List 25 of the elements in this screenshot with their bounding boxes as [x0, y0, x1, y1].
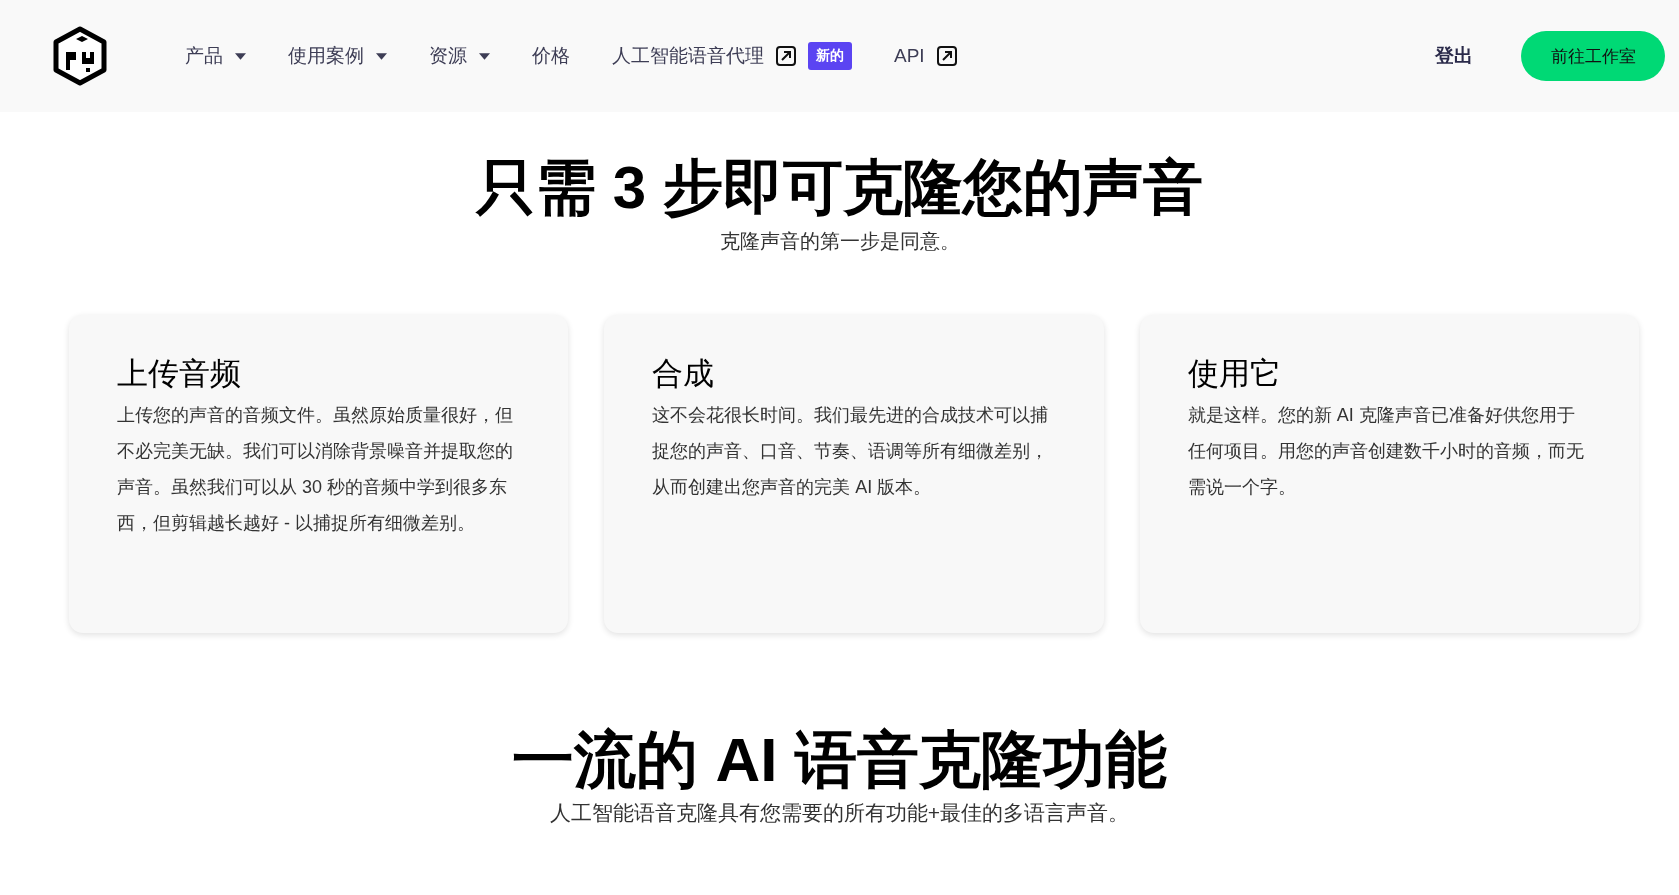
external-link-icon [776, 46, 796, 66]
external-link-icon [936, 46, 957, 66]
nav-link[interactable]: API [894, 45, 957, 67]
studio-button[interactable]: 前往工作室 [1521, 31, 1665, 81]
card-title: 上传音频 [117, 355, 242, 393]
section-subtitle: 人工智能语音克隆具有您需要的所有功能+最佳的多语言声音。 [548, 800, 1131, 827]
new-badge: 新的 [808, 42, 852, 70]
caret-icon [479, 52, 490, 60]
section-heading: 只需 3 步即可克隆您的声音 [474, 153, 1204, 223]
logout-link[interactable]: 登出 [1435, 43, 1473, 69]
card-title: 合成 [652, 355, 716, 393]
section-subtitle: 克隆声音的第一步是同意。 [718, 229, 961, 254]
hexagon-logo-icon[interactable] [52, 26, 108, 86]
nav-link[interactable]: 使用案例 [288, 43, 387, 69]
caret-icon [235, 52, 246, 60]
nav-link[interactable]: 资源 [429, 43, 490, 69]
nav-link[interactable]: 价格 [532, 43, 570, 69]
caret-icon [376, 52, 387, 60]
nav-link[interactable]: 人工智能语音代理 [612, 43, 796, 69]
card-text: 就是这样。您的新 AI 克隆声音已准备好供您用于任何项目。用您的声音创建数千小时的音频，而无需说一个字。 [1187, 404, 1585, 499]
card-text: 这不会花很长时间。我们最先进的合成技术可以捕捉您的声音、口音、节奏、语调等所有细微差别，从而创建出您声音的完美 AI 版本。 [652, 404, 1050, 499]
nav-link[interactable]: 产品 [185, 43, 246, 69]
card-text: 上传您的声音的音频文件。虽然原始质量很好，但不必完美无缺。我们可以消除背景噪音并提取您的声音。虽然我们可以从 30 秒的音频中学到很多东西，但剪辑越长越好 - 以捕捉所有细微差别。 [117, 404, 514, 535]
card-title: 使用它 [1187, 355, 1282, 393]
section-heading: 一流的 AI 语音克隆功能 [511, 724, 1168, 796]
